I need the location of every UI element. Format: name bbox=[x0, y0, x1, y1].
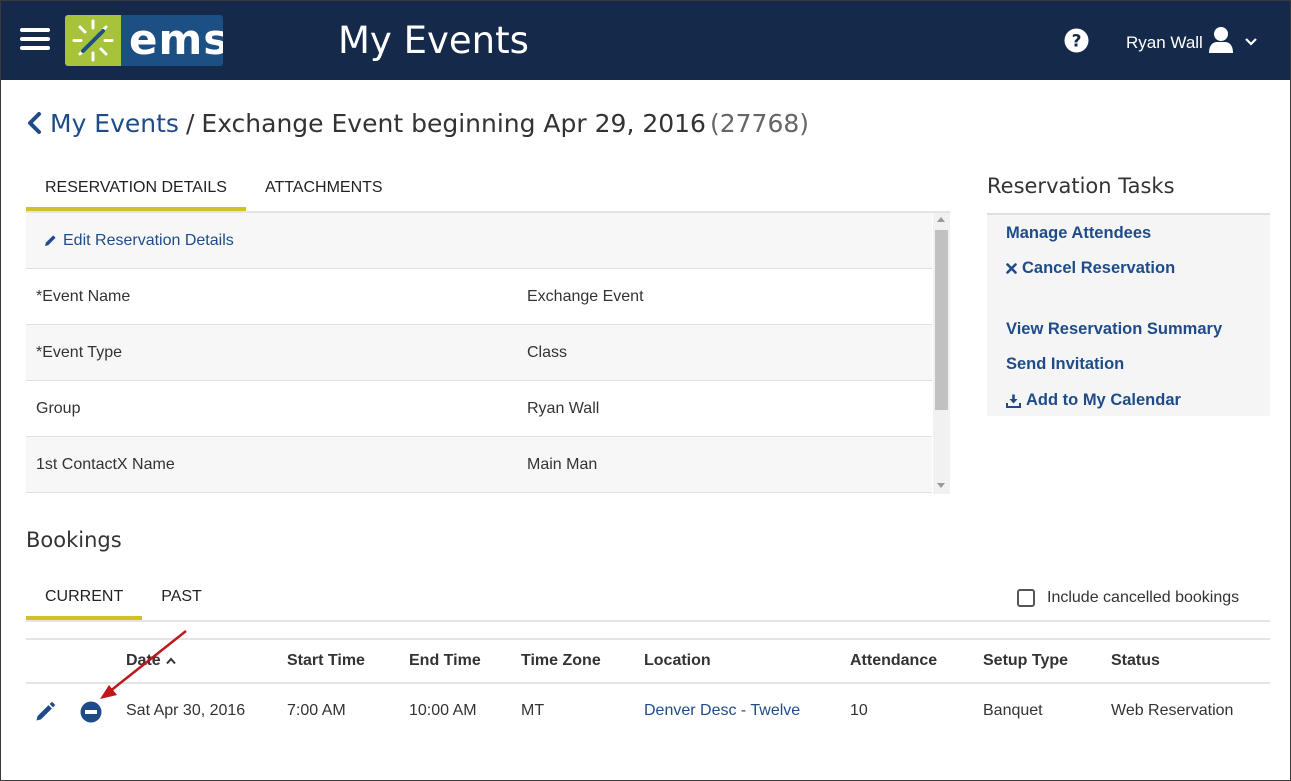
booking-date: Sat Apr 30, 2016 bbox=[126, 702, 246, 719]
reservation-details-panel: Edit Reservation Details *Event Name Exc… bbox=[26, 213, 950, 494]
task-label: Cancel Reservation bbox=[1022, 259, 1176, 277]
detail-value: Main Man bbox=[527, 455, 598, 473]
chevron-down-icon[interactable] bbox=[1244, 36, 1258, 48]
detail-row-group: Group Ryan Wall bbox=[26, 381, 932, 437]
include-cancelled-toggle[interactable]: Include cancelled bookings bbox=[1017, 589, 1239, 607]
edit-reservation-details-label: Edit Reservation Details bbox=[63, 231, 234, 249]
help-icon[interactable]: ? bbox=[1064, 28, 1089, 53]
table-row: Sat Apr 30, 2016 7:00 AM 10:00 AM MT Den… bbox=[26, 686, 1270, 736]
chevron-left-icon[interactable] bbox=[26, 111, 42, 135]
add-to-calendar-link[interactable]: Add to My Calendar bbox=[1006, 391, 1181, 410]
cancel-booking-minus-circle-icon[interactable] bbox=[80, 701, 102, 723]
task-label: View Reservation Summary bbox=[1006, 320, 1223, 338]
column-header-date[interactable]: Date bbox=[126, 652, 177, 670]
scroll-down-icon[interactable] bbox=[937, 483, 945, 488]
booking-status: Web Reservation bbox=[1111, 702, 1234, 719]
column-header-time-zone[interactable]: Time Zone bbox=[521, 652, 601, 670]
detail-label: 1st ContactX Name bbox=[36, 455, 175, 473]
booking-start-time: 7:00 AM bbox=[287, 702, 346, 719]
tab-reservation-details[interactable]: RESERVATION DETAILS bbox=[26, 172, 246, 212]
detail-label: Group bbox=[36, 399, 81, 417]
booking-attendance: 10 bbox=[850, 702, 868, 719]
breadcrumb-separator: / bbox=[185, 108, 195, 138]
tasks-title: Reservation Tasks bbox=[987, 174, 1175, 198]
svg-text:?: ? bbox=[1072, 32, 1082, 52]
booking-time-zone: MT bbox=[521, 702, 545, 719]
app-title: My Events bbox=[338, 19, 529, 62]
detail-row-event-name: *Event Name Exchange Event bbox=[26, 269, 932, 325]
booking-location-link[interactable]: Denver Desc - Twelve bbox=[644, 702, 800, 720]
tasks-panel: Manage Attendees Cancel Reservation View… bbox=[987, 213, 1270, 416]
download-icon bbox=[1006, 394, 1021, 408]
user-name[interactable]: Ryan Wall bbox=[1126, 33, 1203, 53]
detail-tabs: RESERVATION DETAILS ATTACHMENTS bbox=[26, 172, 402, 212]
x-icon bbox=[1006, 263, 1017, 274]
include-cancelled-label: Include cancelled bookings bbox=[1047, 589, 1240, 606]
column-header-location[interactable]: Location bbox=[644, 652, 711, 670]
ems-logo[interactable]: ems bbox=[65, 15, 223, 66]
manage-attendees-link[interactable]: Manage Attendees bbox=[1006, 224, 1151, 243]
logo-text: ems bbox=[129, 15, 223, 64]
tab-past[interactable]: PAST bbox=[142, 581, 221, 621]
breadcrumb-my-events-link[interactable]: My Events bbox=[50, 109, 179, 138]
detail-label: *Event Name bbox=[36, 287, 131, 305]
top-navbar: ems My Events ? Ryan Wall bbox=[1, 1, 1290, 80]
column-header-start-time[interactable]: Start Time bbox=[287, 652, 365, 670]
detail-value: Class bbox=[527, 343, 568, 361]
detail-row-contact-name: 1st ContactX Name Main Man bbox=[26, 437, 932, 493]
task-label: Manage Attendees bbox=[1006, 224, 1152, 242]
task-label: Send Invitation bbox=[1006, 355, 1125, 373]
user-icon[interactable] bbox=[1208, 26, 1234, 54]
breadcrumb: My Events / Exchange Event beginning Apr… bbox=[26, 106, 809, 140]
column-header-setup-type[interactable]: Setup Type bbox=[983, 652, 1068, 670]
booking-setup-type: Banquet bbox=[983, 702, 1043, 719]
bookings-tab-divider bbox=[26, 620, 1270, 622]
scroll-up-icon[interactable] bbox=[937, 217, 945, 222]
column-header-end-time[interactable]: End Time bbox=[409, 652, 481, 670]
page-title: Exchange Event beginning Apr 29, 2016 bbox=[201, 108, 706, 138]
sort-ascending-icon bbox=[165, 657, 176, 665]
bookings-grid-header: Date Start Time End Time Time Zone Locat… bbox=[26, 638, 1270, 684]
details-scrollbar[interactable] bbox=[933, 213, 950, 494]
edit-reservation-details-link[interactable]: Edit Reservation Details bbox=[26, 232, 234, 250]
column-header-status[interactable]: Status bbox=[1111, 652, 1160, 670]
detail-label: *Event Type bbox=[36, 343, 122, 361]
tab-attachments[interactable]: ATTACHMENTS bbox=[246, 172, 402, 212]
bookings-tabs: CURRENT PAST bbox=[26, 581, 221, 621]
booking-end-time: 10:00 AM bbox=[409, 702, 477, 719]
send-invitation-link[interactable]: Send Invitation bbox=[1006, 355, 1124, 374]
column-header-attendance[interactable]: Attendance bbox=[850, 652, 937, 670]
detail-value: Exchange Event bbox=[527, 287, 644, 305]
pencil-icon bbox=[45, 235, 56, 246]
edit-row: Edit Reservation Details bbox=[26, 213, 932, 269]
hamburger-menu-icon[interactable] bbox=[20, 28, 50, 52]
detail-row-event-type: *Event Type Class bbox=[26, 325, 932, 381]
cancel-reservation-link[interactable]: Cancel Reservation bbox=[1006, 259, 1175, 278]
view-reservation-summary-link[interactable]: View Reservation Summary bbox=[1006, 320, 1222, 339]
task-label: Add to My Calendar bbox=[1026, 391, 1181, 409]
reservation-id: (27768) bbox=[709, 108, 810, 138]
include-cancelled-checkbox[interactable] bbox=[1017, 589, 1035, 607]
tab-current[interactable]: CURRENT bbox=[26, 581, 143, 621]
logo-burst-icon bbox=[65, 15, 121, 66]
bookings-title: Bookings bbox=[26, 528, 122, 552]
scrollbar-thumb[interactable] bbox=[935, 230, 948, 410]
column-header-label: Date bbox=[126, 652, 161, 669]
detail-value: Ryan Wall bbox=[527, 399, 600, 417]
edit-booking-pencil-icon[interactable] bbox=[35, 702, 55, 722]
